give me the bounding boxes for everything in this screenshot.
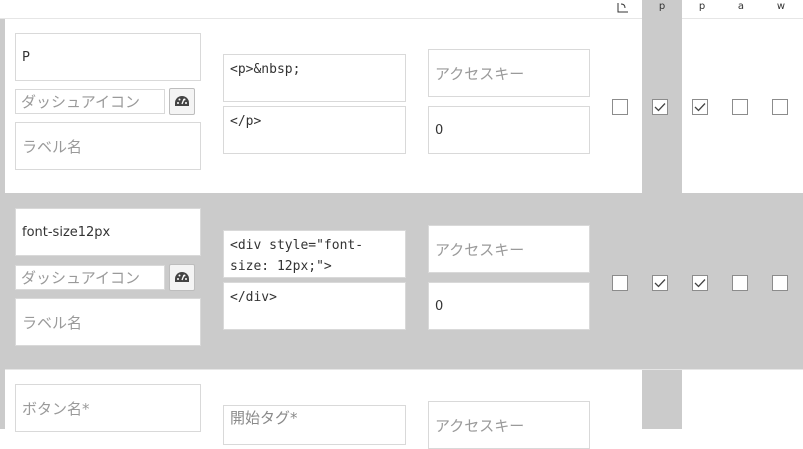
checkbox-checked[interactable]: [692, 99, 708, 115]
checkbox-unchecked[interactable]: [732, 99, 748, 115]
column-header-p: p: [658, 1, 666, 12]
dashicon-picker-button[interactable]: [169, 88, 195, 115]
check-icon: [694, 103, 706, 112]
check-icon: [694, 279, 706, 288]
header-divider: [0, 18, 803, 19]
order-input[interactable]: 0: [428, 106, 590, 154]
checkbox-unchecked[interactable]: [732, 275, 748, 291]
button-name-input[interactable]: font-size12px: [15, 208, 201, 256]
start-tag-textarea[interactable]: <div style="font-size: 12px;">: [223, 230, 406, 278]
label-name-input[interactable]: ラベル名: [15, 122, 201, 170]
dashicon-input[interactable]: ダッシュアイコン: [15, 265, 165, 290]
column-header-a: a: [737, 1, 745, 12]
checkbox-checked[interactable]: [652, 99, 668, 115]
dashicon-input[interactable]: ダッシュアイコン: [15, 89, 165, 114]
checkbox-unchecked[interactable]: [612, 99, 628, 115]
checkbox-checked[interactable]: [652, 275, 668, 291]
new-accesskey-input[interactable]: アクセスキー: [428, 401, 590, 449]
new-start-tag-textarea[interactable]: 開始タグ*: [223, 405, 406, 445]
check-icon: [654, 103, 666, 112]
accesskey-input[interactable]: アクセスキー: [428, 225, 590, 273]
column-header-p: p: [698, 1, 706, 12]
new-button-name-input[interactable]: ボタン名*: [15, 384, 201, 432]
dashicon-picker-button[interactable]: [169, 264, 195, 291]
end-tag-textarea[interactable]: </div>: [223, 282, 406, 330]
button-name-input[interactable]: P: [15, 33, 201, 81]
dashboard-icon: [175, 271, 189, 282]
checkbox-checked[interactable]: [692, 275, 708, 291]
header-row: [0, 0, 803, 19]
end-tag-textarea[interactable]: </p>: [223, 106, 406, 154]
accesskey-input[interactable]: アクセスキー: [428, 49, 590, 97]
row-divider: [0, 369, 803, 370]
checkbox-unchecked[interactable]: [772, 275, 788, 291]
row-left-edge: [0, 19, 5, 429]
highlighted-column-cell: [642, 369, 682, 429]
checkbox-unchecked[interactable]: [612, 275, 628, 291]
dashboard-icon: [175, 95, 189, 106]
check-icon: [654, 279, 666, 288]
text-direction-icon: [617, 3, 628, 13]
column-header-w: w: [776, 1, 786, 12]
checkbox-unchecked[interactable]: [772, 99, 788, 115]
start-tag-textarea[interactable]: <p>&nbsp;: [223, 54, 406, 102]
order-input[interactable]: 0: [428, 282, 590, 330]
label-name-input[interactable]: ラベル名: [15, 298, 201, 346]
